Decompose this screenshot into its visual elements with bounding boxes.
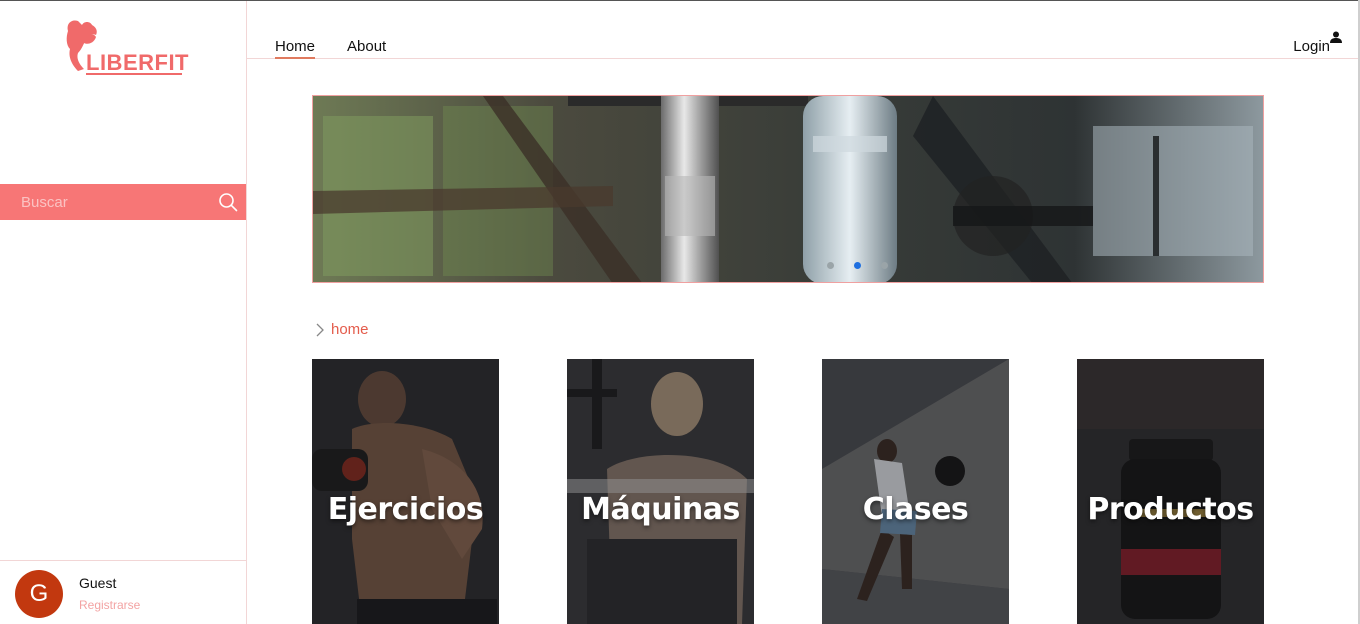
nav-home[interactable]: Home (275, 38, 316, 59)
card-clases[interactable]: Clases (822, 359, 1009, 624)
card-title: Productos (1087, 492, 1254, 527)
card-title: Clases (862, 492, 969, 527)
search-input[interactable] (0, 184, 195, 220)
user-name: Guest (79, 575, 117, 591)
carousel-dot[interactable] (827, 262, 834, 269)
login-link[interactable]: Login (1293, 38, 1330, 55)
register-link[interactable]: Registrarse (79, 598, 140, 612)
search-bar (0, 184, 246, 220)
sidebar: LIBERFIT G Guest Registrarse (0, 1, 247, 624)
card-ejercicios[interactable]: Ejercicios (312, 359, 499, 624)
card-title: Máquinas (581, 492, 740, 527)
card-title: Ejercicios (327, 492, 484, 527)
top-navigation: Home About Login (247, 1, 1358, 59)
breadcrumb-home[interactable]: home (331, 321, 369, 338)
brand-underline (86, 73, 182, 75)
chevron-right-icon (316, 323, 324, 336)
card-productos[interactable]: Productos (1077, 359, 1264, 624)
carousel-dot[interactable] (881, 262, 888, 269)
search-icon[interactable] (218, 192, 238, 212)
person-icon[interactable] (1330, 31, 1342, 45)
gym-equipment-image (313, 96, 1263, 282)
avatar[interactable]: G (15, 570, 63, 618)
hero-carousel[interactable] (312, 95, 1264, 283)
breadcrumb: home (315, 321, 369, 338)
nav-about[interactable]: About (347, 38, 386, 55)
card-maquinas[interactable]: Máquinas (567, 359, 754, 624)
carousel-dot-active[interactable] (854, 262, 861, 269)
user-panel: G Guest Registrarse (0, 560, 246, 624)
brand-logo[interactable]: LIBERFIT (64, 17, 189, 79)
